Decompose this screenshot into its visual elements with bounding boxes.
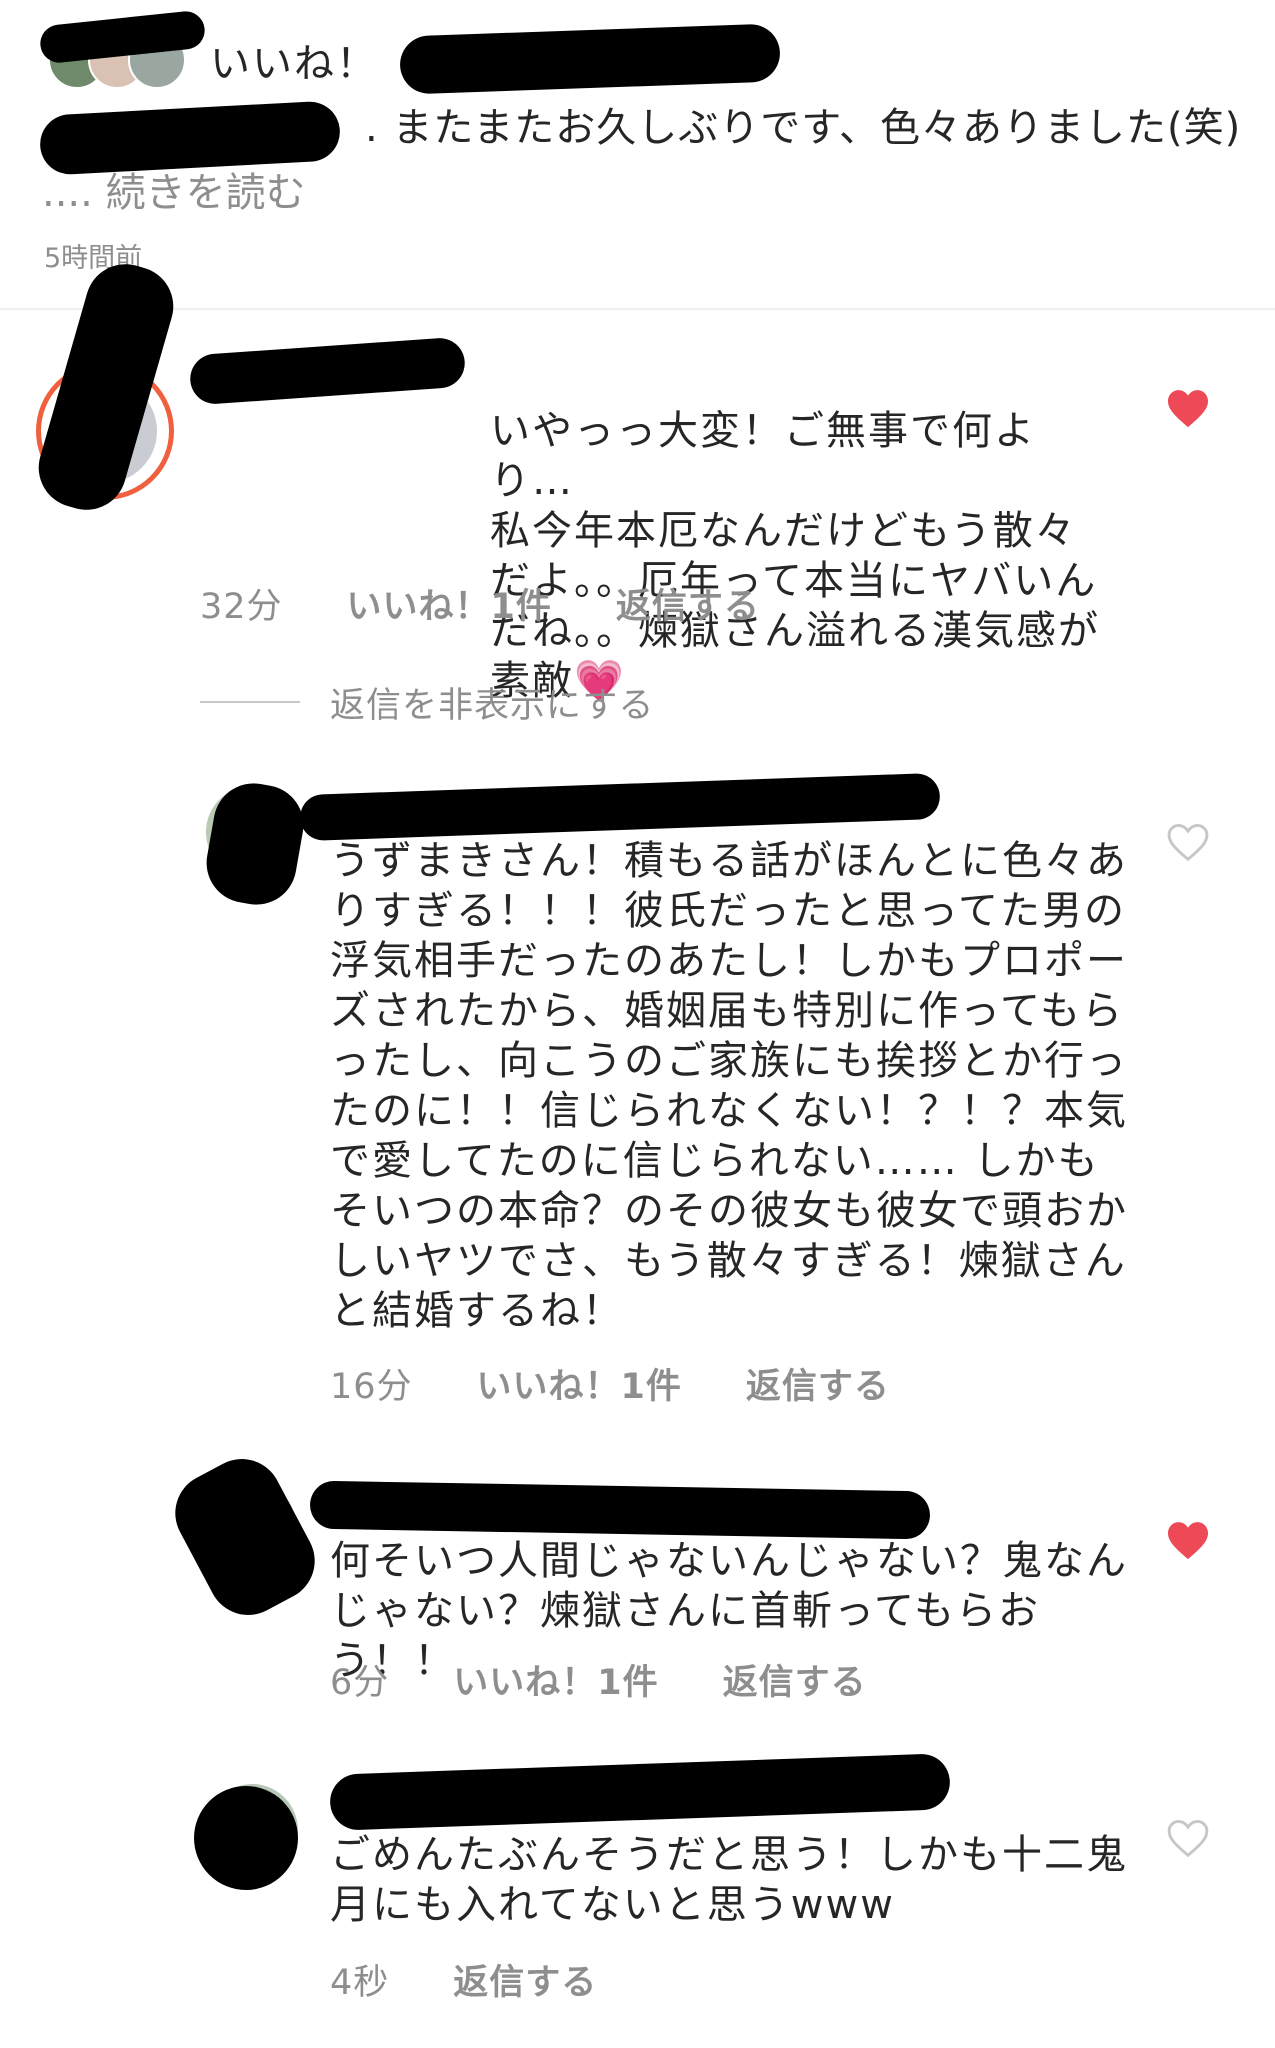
heart-outline-icon[interactable]: [1166, 1818, 1210, 1858]
reply-button[interactable]: 返信する: [616, 578, 760, 629]
heart-outline-icon[interactable]: [1166, 822, 1210, 862]
divider: [0, 308, 1275, 310]
liked-by-label: いいね！: [210, 41, 378, 87]
comment-meta: 32分 いいね！1件 返信する: [200, 578, 760, 629]
hide-replies-line: [200, 701, 300, 703]
reply-button[interactable]: 返信する: [746, 1358, 890, 1409]
reply-likes-count[interactable]: いいね！1件: [477, 1358, 682, 1409]
redaction-mark: [399, 23, 781, 95]
redaction-mark: [161, 1444, 329, 1630]
read-more-link[interactable]: .... 続きを読む: [42, 160, 306, 218]
reply-likes-count[interactable]: いいね！1件: [453, 1654, 658, 1705]
comment-message: いやっっ大変！ご無事で何より… 私今年本厄なんだけどもう散々だよ。。厄年って本当…: [490, 408, 1100, 704]
reply-button[interactable]: 返信する: [723, 1654, 867, 1705]
comment-text: いやっっ大変！ご無事で何より… 私今年本厄なんだけどもう散々だよ。。厄年って本当…: [200, 356, 1110, 706]
heart-filled-icon[interactable]: [1166, 1520, 1210, 1560]
redaction-mark: [194, 1786, 298, 1890]
reply-button[interactable]: 返信する: [453, 1954, 597, 2005]
redaction-mark: [200, 777, 310, 911]
reply-meta: 6分 いいね！1件 返信する: [330, 1654, 867, 1705]
reply-meta: 4秒 返信する: [330, 1954, 597, 2005]
hide-replies-toggle[interactable]: 返信を非表示にする: [200, 680, 654, 726]
reply-meta: 16分 いいね！1件 返信する: [330, 1358, 890, 1409]
comment-time: 32分: [200, 587, 283, 627]
reply-time: 6分: [330, 1663, 390, 1703]
hide-replies-label: 返信を非表示にする: [330, 685, 655, 726]
comment-likes-count[interactable]: いいね！1件: [347, 578, 552, 629]
reply-time: 4秒: [330, 1963, 390, 2003]
reply-text: うずまきさん！積もる話がほんとに色々ありすぎる！！！彼氏だったと思ってた男の浮気…: [330, 786, 1130, 1336]
caption-text: . またまたお久しぶりです、色々ありました(笑): [365, 105, 1242, 151]
reply-message: ごめんたぶんそうだと思う！しかも十二鬼月にも入れてないと思うwww: [330, 1832, 1128, 1928]
reply-message: うずまきさん！積もる話がほんとに色々ありすぎる！！！彼氏だったと思ってた男の浮気…: [330, 838, 1128, 1334]
reply-time: 16分: [330, 1367, 413, 1407]
heart-filled-icon[interactable]: [1166, 388, 1210, 428]
